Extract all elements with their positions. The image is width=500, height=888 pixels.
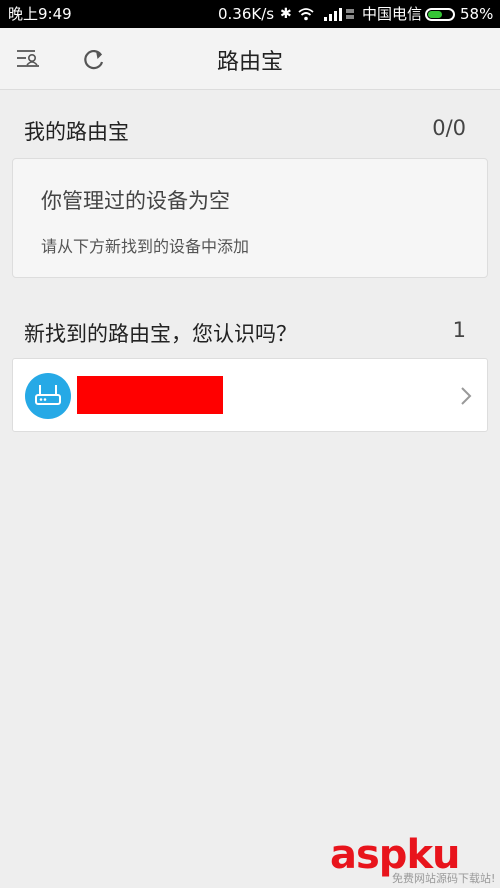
status-time: 晚上9:49 <box>8 5 72 23</box>
chevron-right-icon <box>461 387 472 405</box>
battery-fill <box>428 11 442 18</box>
battery-icon <box>425 8 455 21</box>
my-routers-title: 我的路由宝 <box>24 120 129 144</box>
watermark: aspku 免费网站源码下载站! <box>330 832 500 888</box>
empty-devices-hint: 请从下方新找到的设备中添加 <box>41 237 250 256</box>
device-name-redacted <box>77 376 223 414</box>
wifi-icon <box>298 8 314 21</box>
found-routers-title: 新找到的路由宝，您认识吗？ <box>24 322 297 346</box>
found-device-row[interactable] <box>12 358 488 432</box>
carrier-name: 中国电信 <box>362 5 423 23</box>
router-icon <box>25 373 71 419</box>
network-speed: 0.36K/s <box>218 5 275 23</box>
watermark-text: 免费网站源码下载站! <box>392 872 496 885</box>
bluetooth-icon: ✱ <box>280 6 292 22</box>
page-title: 路由宝 <box>216 50 283 75</box>
found-routers-count: 1 <box>452 318 466 342</box>
signal-icon <box>324 8 354 21</box>
app-header: 路由宝 <box>0 28 500 90</box>
my-routers-count: 0/0 <box>432 116 466 140</box>
empty-devices-title: 你管理过的设备为空 <box>41 189 230 213</box>
status-bar: 晚上9:49 0.36K/s ✱ 中国电信 58% <box>0 0 500 28</box>
battery-percent: 58% <box>460 5 494 23</box>
empty-devices-card: 你管理过的设备为空 请从下方新找到的设备中添加 <box>12 158 488 278</box>
